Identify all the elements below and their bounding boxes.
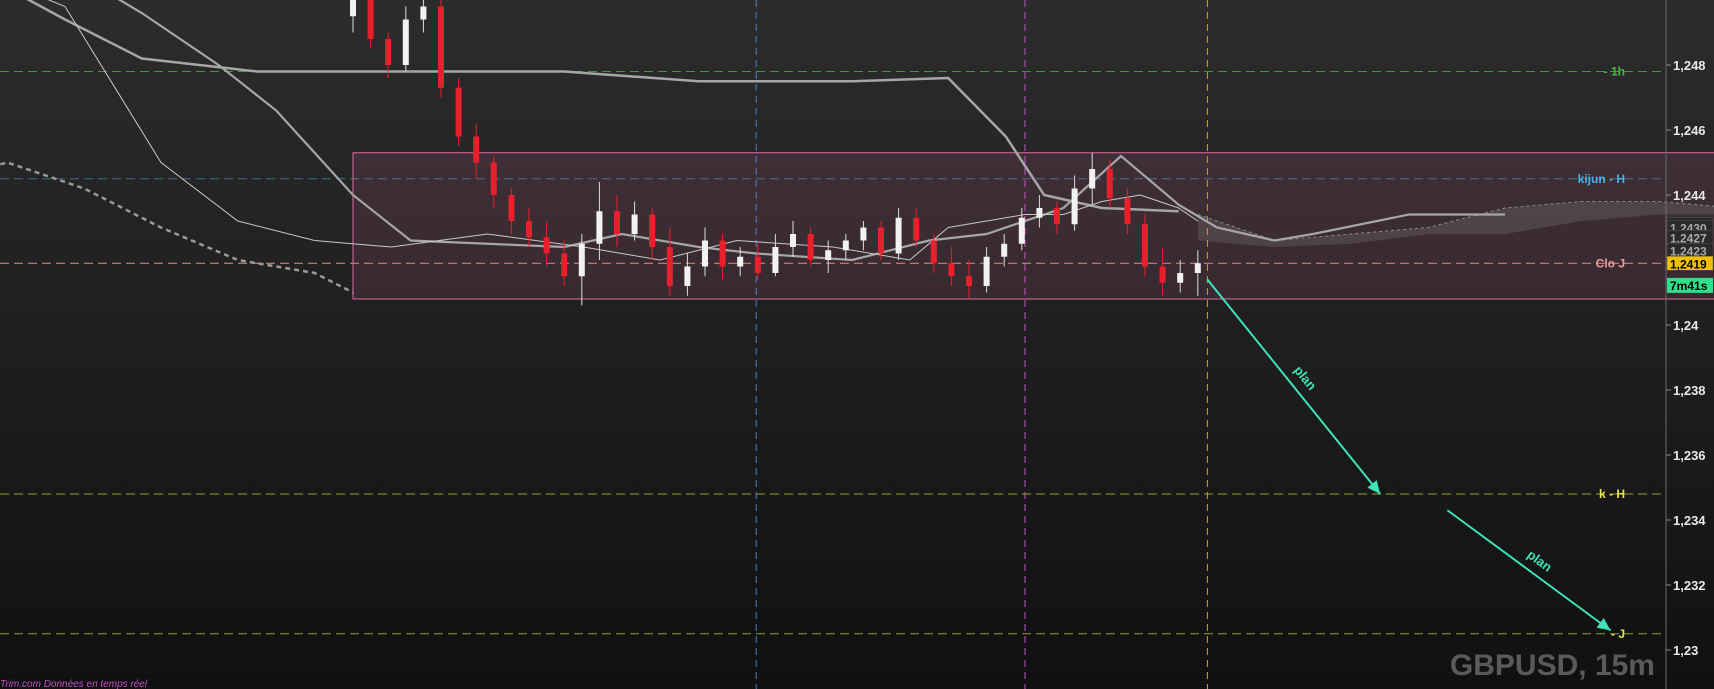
candle-body-45: [1142, 224, 1148, 267]
level-label-0: - 1h: [1604, 65, 1625, 79]
candle-body-3: [402, 19, 409, 65]
candle-body-39: [1036, 208, 1043, 218]
candle-body-7: [473, 136, 480, 163]
candle-body-23: [754, 256, 761, 273]
y-tick-label-5: 1,236: [1673, 448, 1706, 463]
candle-body-36: [983, 256, 990, 286]
level-label-3: k - H: [1599, 487, 1625, 501]
chikou-line: [0, 161, 354, 294]
candle-body-25: [790, 234, 796, 247]
candle-body-24: [772, 247, 779, 273]
y-tick-label-2: 1,244: [1673, 188, 1706, 203]
symbol-watermark: GBPUSD, 15m: [1450, 649, 1655, 682]
candle-body-28: [842, 240, 849, 251]
y-tick-label-6: 1,234: [1673, 513, 1706, 528]
level-label-2: Clo J: [1596, 256, 1625, 270]
candle-body-27: [825, 250, 832, 260]
candle-body-2: [385, 39, 392, 65]
candle-body-22: [737, 256, 744, 267]
candle-body-10: [526, 221, 532, 238]
plan-arrow-line-1: [1446, 509, 1612, 632]
candle-body-18: [666, 247, 673, 286]
candle-body-29: [860, 227, 867, 241]
candle-body-37: [1001, 243, 1008, 257]
y-tick-label-4: 1,238: [1673, 383, 1706, 398]
y-tick-label-3: 1,24: [1673, 318, 1699, 333]
y-tick-label-8: 1,23: [1673, 643, 1698, 658]
candle-body-14: [596, 211, 603, 244]
countdown-label: 7m41s: [1670, 279, 1708, 293]
candle-body-11: [543, 237, 550, 254]
candle-body-46: [1159, 266, 1166, 283]
candle-body-0: [350, 0, 356, 17]
candle-body-47: [1177, 273, 1184, 283]
candle-body-16: [631, 214, 638, 234]
candle-body-4: [420, 6, 427, 20]
candle-body-6: [455, 87, 462, 137]
candle-body-26: [807, 234, 814, 260]
y-tick-label-0: 1,248: [1673, 58, 1706, 73]
candle-body-35: [966, 276, 972, 286]
candle-body-40: [1054, 208, 1060, 225]
candle-body-38: [1018, 217, 1025, 244]
candle-body-31: [895, 217, 902, 254]
candle-body-13: [578, 243, 585, 277]
candle-body-17: [649, 214, 656, 247]
candle-body-20: [702, 240, 708, 267]
candle-body-34: [948, 263, 955, 277]
candle-body-48: [1194, 263, 1201, 273]
level-label-1: kijun - H: [1578, 172, 1625, 186]
candle-body-9: [508, 195, 515, 221]
candle-body-41: [1071, 188, 1078, 225]
candle-body-33: [930, 240, 937, 264]
candle-body-32: [913, 217, 920, 241]
candle-body-5: [438, 6, 444, 88]
candle-body-44: [1124, 198, 1131, 225]
plan-arrow-head-1: [1596, 617, 1611, 631]
candle-body-8: [490, 162, 497, 195]
plan-arrow-line-0: [1206, 278, 1381, 495]
candle-body-30: [878, 227, 884, 254]
candle-body-12: [561, 253, 568, 277]
candle-body-19: [684, 266, 691, 286]
candle-body-43: [1106, 169, 1113, 199]
y-tick-label-7: 1,232: [1673, 578, 1706, 593]
candle-body-42: [1089, 169, 1096, 189]
data-source-footer: Trim.com Données en temps réel: [0, 679, 148, 689]
candle-body-21: [719, 240, 726, 267]
price-box-label-4: 1,2419: [1670, 257, 1707, 271]
candle-body-15: [614, 211, 620, 234]
price-chart: planplan 1,2481,2461,2441,241,2381,2361,…: [0, 0, 1714, 689]
plan-arrow-head-0: [1367, 480, 1381, 494]
chart-stage: plan plan 1,248 1,246 1,244 1,24 1,238 1,236 1,…: [0, 0, 1714, 689]
candle-body-1: [367, 0, 374, 39]
y-tick-label-1: 1,246: [1673, 123, 1706, 138]
level-label-4: - J: [1611, 627, 1625, 641]
